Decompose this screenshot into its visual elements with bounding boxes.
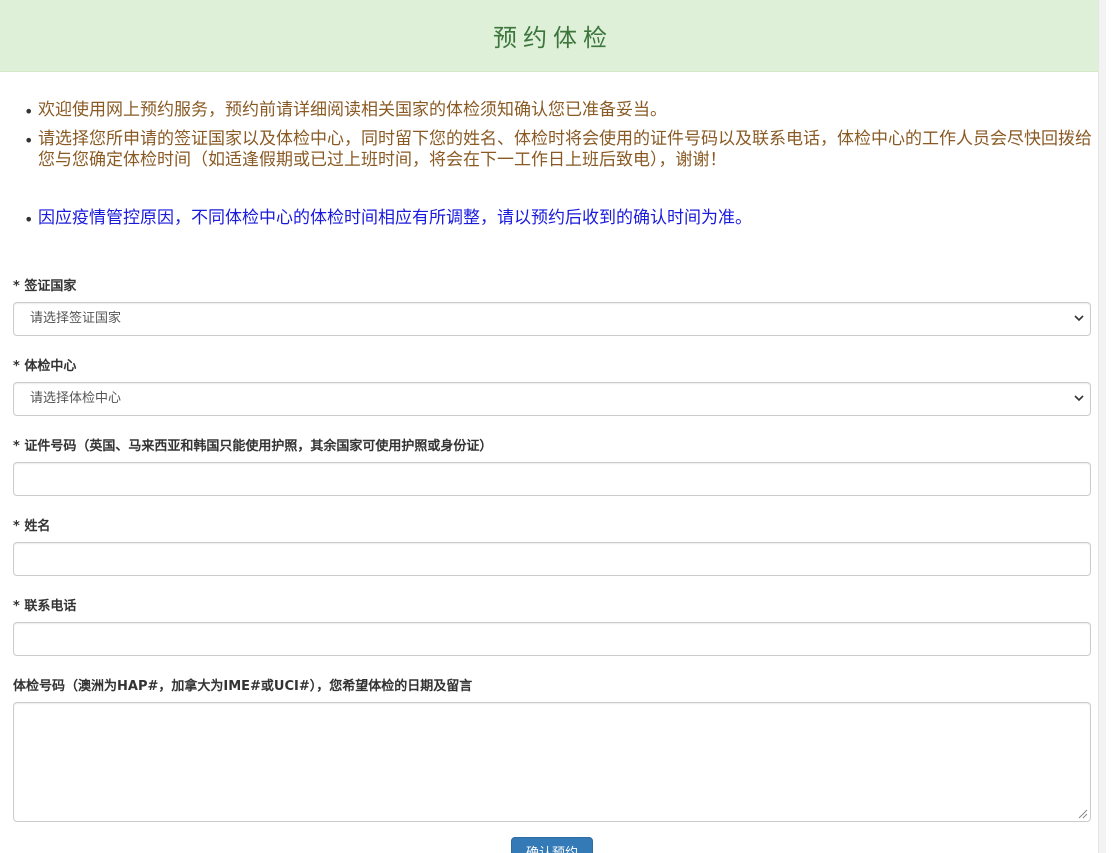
- phone-input[interactable]: [13, 622, 1091, 656]
- appointment-form: * 签证国家 请选择签证国家 * 体检中心 请选择体检中心 * 证件号码（英国、…: [13, 278, 1091, 853]
- name-group: * 姓名: [13, 518, 1091, 576]
- id-number-label: * 证件号码（英国、马来西亚和韩国只能使用护照，其余国家可使用护照或身份证）: [13, 439, 493, 454]
- country-group: * 签证国家 请选择签证国家: [13, 278, 1091, 336]
- resize-grip-icon[interactable]: [1076, 807, 1088, 819]
- phone-group: * 联系电话: [13, 598, 1091, 656]
- country-select[interactable]: 请选择签证国家: [13, 302, 1091, 336]
- notice-welcome: 欢迎使用网上预约服务，预约前请详细阅读相关国家的体检须知确认您已准备妥当。: [24, 100, 1100, 122]
- message-label: 体检号码（澳洲为HAP#，加拿大为IME#或UCI#），您希望体检的日期及留言: [13, 679, 473, 694]
- country-select-value: 请选择签证国家: [30, 311, 122, 326]
- center-select[interactable]: 请选择体检中心: [13, 382, 1091, 416]
- name-label: * 姓名: [13, 519, 51, 534]
- scrollbar[interactable]: [1098, 0, 1106, 853]
- message-textarea[interactable]: [13, 702, 1091, 822]
- id-number-input[interactable]: [13, 462, 1091, 496]
- id-number-group: * 证件号码（英国、马来西亚和韩国只能使用护照，其余国家可使用护照或身份证）: [13, 438, 1091, 496]
- notice-list: 欢迎使用网上预约服务，预约前请详细阅读相关国家的体检须知确认您已准备妥当。 请选…: [24, 100, 1100, 230]
- center-group: * 体检中心 请选择体检中心: [13, 358, 1091, 416]
- phone-label: * 联系电话: [13, 599, 77, 614]
- message-group: 体检号码（澳洲为HAP#，加拿大为IME#或UCI#），您希望体检的日期及留言: [13, 678, 1091, 822]
- notice-covid: 因应疫情管控原因，不同体检中心的体检时间相应有所调整，请以预约后收到的确认时间为…: [24, 208, 1100, 230]
- notices: 欢迎使用网上预约服务，预约前请详细阅读相关国家的体检须知确认您已准备妥当。 请选…: [0, 100, 1106, 230]
- submit-button[interactable]: 确认预约: [511, 837, 593, 853]
- page-title: 预约体检: [493, 24, 613, 52]
- chevron-down-icon: [1074, 303, 1084, 347]
- center-label: * 体检中心: [13, 359, 77, 374]
- country-label: * 签证国家: [13, 279, 77, 294]
- page-header: 预约体检: [0, 0, 1106, 72]
- notice-instructions: 请选择您所申请的签证国家以及体检中心，同时留下您的姓名、体检时将会使用的证件号码…: [24, 129, 1100, 171]
- center-select-value: 请选择体检中心: [30, 391, 122, 406]
- chevron-down-icon: [1074, 383, 1084, 427]
- name-input[interactable]: [13, 542, 1091, 576]
- page: 预约体检 欢迎使用网上预约服务，预约前请详细阅读相关国家的体检须知确认您已准备妥…: [0, 0, 1106, 853]
- submit-row: 确认预约: [13, 837, 1091, 853]
